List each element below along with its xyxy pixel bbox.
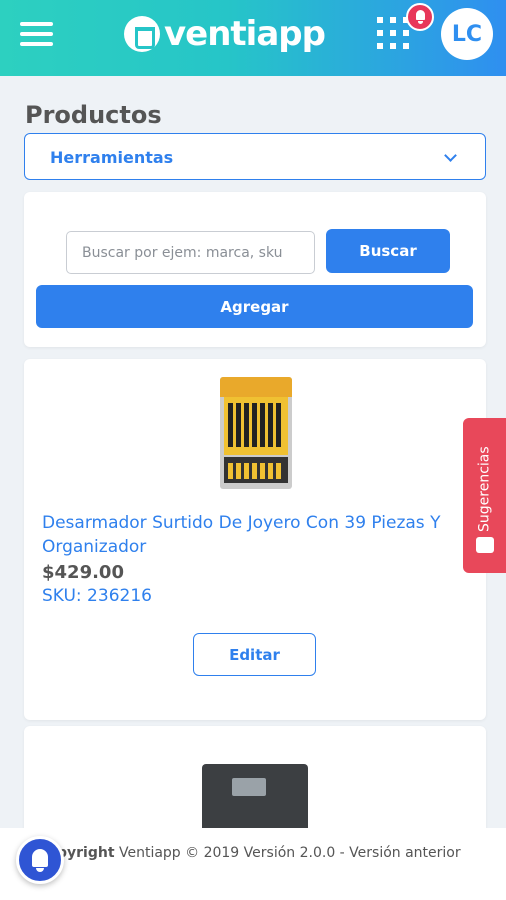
product-sku: SKU: 236216 (42, 586, 152, 606)
notification-bell-icon[interactable] (406, 3, 434, 31)
brand-name: ventiapp (164, 14, 326, 54)
search-card: Buscar Agregar (24, 192, 486, 347)
category-select[interactable]: Herramientas (24, 133, 486, 180)
add-product-button[interactable]: Agregar (36, 285, 473, 328)
product-name-link[interactable]: Desarmador Surtido De Joyero Con 39 Piez… (42, 511, 482, 559)
apps-grid-icon[interactable] (377, 17, 409, 49)
chevron-down-icon (444, 149, 457, 162)
product-price: $429.00 (42, 562, 124, 583)
product-card: Desarmador Surtido De Joyero Con 39 Piez… (24, 359, 486, 720)
brand-logo[interactable]: ventiapp (124, 13, 326, 55)
page-title: Productos (25, 101, 162, 129)
product-image[interactable] (202, 764, 308, 834)
footer-copyright-bold: pyright (57, 845, 115, 861)
top-header: ventiapp LC (0, 0, 506, 76)
search-button[interactable]: Buscar (326, 229, 450, 273)
search-input[interactable] (66, 231, 315, 274)
footer-copyright-text: Ventiapp © 2019 Versión 2.0.0 - Versión … (114, 845, 461, 861)
edit-product-button[interactable]: Editar (193, 633, 316, 676)
footer-copyright: pyright Ventiapp © 2019 Versión 2.0.0 - … (57, 845, 461, 861)
hamburger-icon[interactable] (20, 22, 53, 48)
suggestions-tab[interactable]: Sugerencias (463, 418, 506, 573)
avatar[interactable]: LC (441, 8, 493, 60)
footer: pyright Ventiapp © 2019 Versión 2.0.0 - … (0, 828, 506, 900)
notification-bell-icon[interactable] (16, 836, 64, 884)
product-image[interactable] (220, 377, 292, 489)
cup-icon (124, 16, 160, 52)
category-select-value: Herramientas (50, 148, 174, 167)
smiley-icon (476, 537, 494, 553)
suggestions-label: Sugerencias (476, 446, 493, 532)
